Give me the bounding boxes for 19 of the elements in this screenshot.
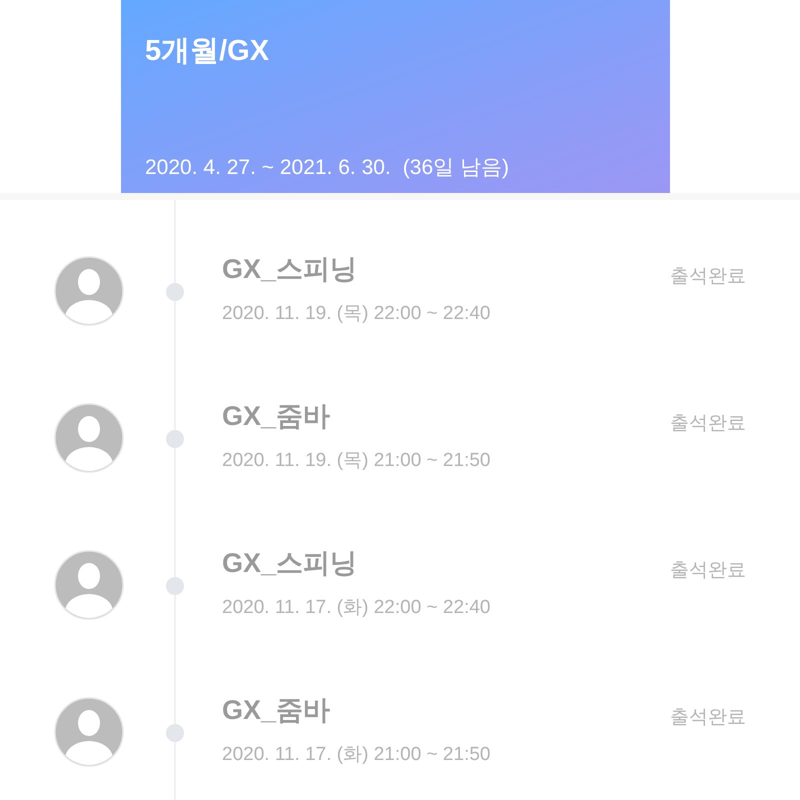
class-datetime: 2020. 11. 17. (화) 22:00 ~ 22:40	[222, 596, 492, 620]
avatar-icon	[54, 402, 124, 472]
avatar-icon	[54, 550, 124, 620]
attendance-status: 출석완료	[670, 559, 746, 583]
class-name: GX_스피닝	[222, 253, 358, 286]
class-name: GX_줌바	[222, 400, 332, 433]
class-datetime: 2020. 11. 19. (목) 22:00 ~ 22:40	[222, 302, 492, 326]
class-datetime: 2020. 11. 19. (목) 21:00 ~ 21:50	[222, 448, 492, 472]
attendance-status: 출석완료	[670, 265, 746, 289]
attendance-status: 출석완료	[670, 412, 746, 436]
remaining-days: (36일 남음)	[402, 152, 509, 183]
class-datetime: 2020. 11. 17. (화) 21:00 ~ 21:50	[222, 742, 492, 766]
membership-title: 5개월/GX	[145, 34, 270, 69]
avatar-icon	[54, 696, 124, 766]
membership-period: 2020. 4. 27. ~ 2021. 6. 30.	[145, 154, 391, 180]
class-name: GX_스피닝	[222, 547, 358, 580]
class-name: GX_줌바	[222, 694, 332, 727]
attendance-status: 출석완료	[670, 706, 746, 730]
avatar-icon	[54, 256, 124, 326]
